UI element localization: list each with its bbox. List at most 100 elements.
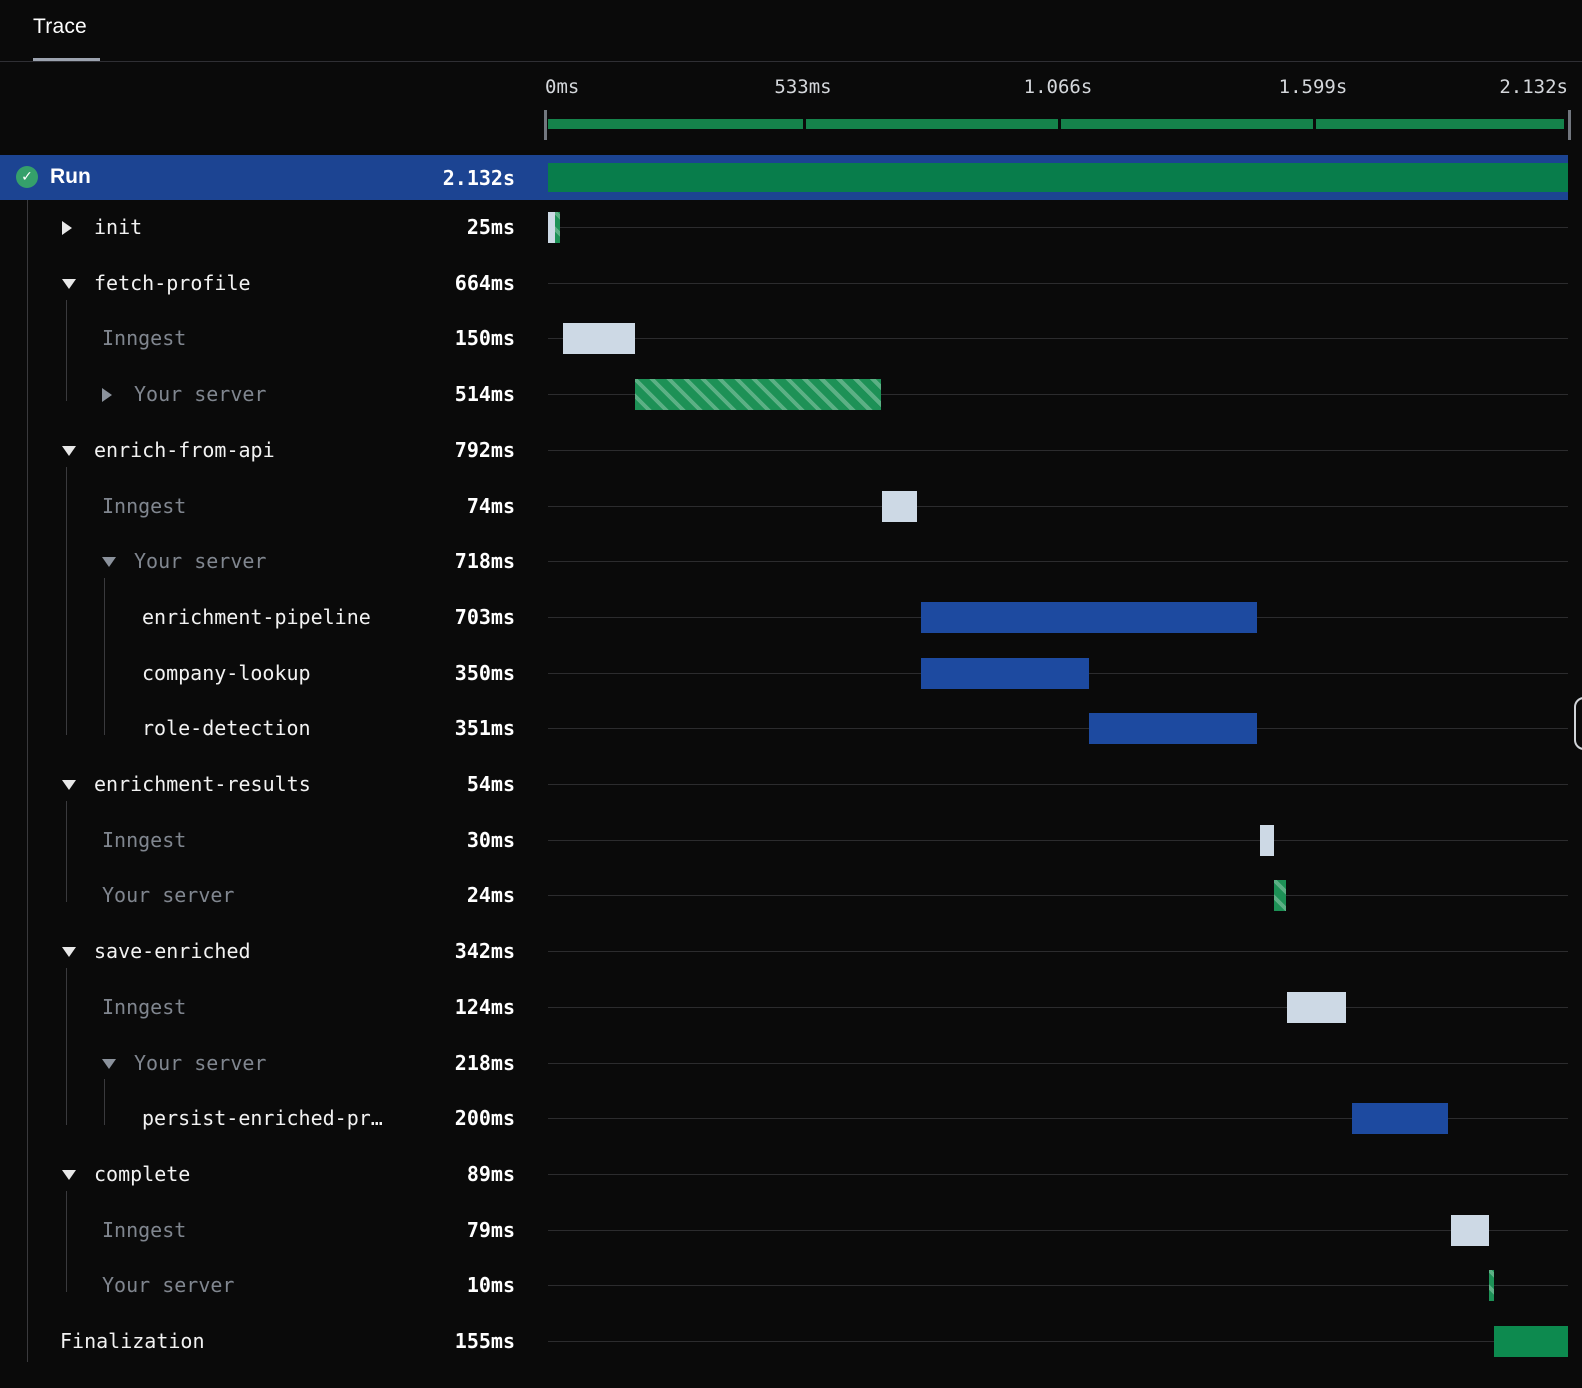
span-bar[interactable] xyxy=(1259,824,1275,856)
span-row-enrichment-results[interactable]: enrichment-results 54ms xyxy=(0,757,1582,813)
tree-indent-guide xyxy=(66,1190,67,1293)
span-bar[interactable] xyxy=(1089,713,1258,745)
span-row-inngest[interactable]: Inngest 150ms xyxy=(0,311,1582,367)
span-duration: 30ms xyxy=(466,827,515,852)
trace-view: Trace 0ms 533ms 1.066s 1.599s 2.132s ✓ Run 2… xyxy=(0,0,1582,1388)
ruler-segment-gap xyxy=(1313,119,1316,129)
span-row-enrichment-pipeline[interactable]: enrichment-pipeline 703ms xyxy=(0,590,1582,646)
ruler-segment-gap xyxy=(803,119,806,129)
span-label: Your server xyxy=(102,883,235,908)
span-row-your-server[interactable]: Your server 10ms xyxy=(0,1258,1582,1314)
toggle-expanded-icon[interactable] xyxy=(102,1058,116,1069)
span-label: role-detection xyxy=(142,716,311,741)
span-bar[interactable] xyxy=(921,657,1089,689)
ruler-segment-gap xyxy=(1058,119,1061,129)
toggle-collapsed-icon[interactable] xyxy=(102,388,112,403)
toggle-expanded-icon[interactable] xyxy=(62,445,76,456)
run-row[interactable]: ✓ Run 2.132s xyxy=(0,155,1568,200)
span-row-enrich-from-api[interactable]: enrich-from-api 792ms xyxy=(0,423,1582,479)
span-row-save-enriched[interactable]: save-enriched 342ms xyxy=(0,924,1582,980)
span-label: Inngest xyxy=(102,1217,187,1242)
row-track-line xyxy=(548,1285,1568,1287)
span-bar[interactable] xyxy=(1352,1103,1448,1135)
row-track-line xyxy=(548,1006,1568,1008)
tree-indent-guide xyxy=(104,1079,105,1126)
scrollbar-thumb[interactable] xyxy=(1574,697,1582,750)
span-label: Inngest xyxy=(102,827,187,852)
span-bar[interactable] xyxy=(921,601,1258,633)
span-label: Inngest xyxy=(102,326,187,351)
span-bar[interactable] xyxy=(1450,1214,1489,1246)
span-label: enrichment-pipeline xyxy=(142,604,371,629)
row-track-line xyxy=(548,1173,1568,1175)
span-duration: 24ms xyxy=(466,883,515,908)
tree-indent-guide xyxy=(66,967,67,1126)
timeline-tick-label: 2.132s xyxy=(1499,76,1568,98)
span-row-fetch-profile[interactable]: fetch-profile 664ms xyxy=(0,256,1582,312)
span-row-finalization[interactable]: Finalization 155ms xyxy=(0,1314,1582,1370)
span-label: company-lookup xyxy=(142,660,311,685)
span-label: Your server xyxy=(102,1273,235,1298)
ruler-tick xyxy=(1568,110,1571,140)
span-duration: 664ms xyxy=(454,270,515,295)
span-row-inngest[interactable]: Inngest 79ms xyxy=(0,1203,1582,1259)
span-label: enrich-from-api xyxy=(94,437,275,462)
tree-indent-guide xyxy=(66,800,67,903)
span-row-inngest[interactable]: Inngest 124ms xyxy=(0,980,1582,1036)
span-bar[interactable] xyxy=(555,212,560,243)
span-bar[interactable] xyxy=(548,212,556,243)
span-row-your-server[interactable]: Your server 218ms xyxy=(0,1036,1582,1092)
span-duration: 200ms xyxy=(454,1106,515,1131)
toggle-expanded-icon[interactable] xyxy=(62,947,76,958)
run-status-success-icon: ✓ xyxy=(16,166,38,188)
span-duration: 89ms xyxy=(466,1161,515,1186)
row-track-line xyxy=(548,338,1568,340)
span-row-complete[interactable]: complete 89ms xyxy=(0,1147,1582,1203)
span-label: complete xyxy=(94,1161,191,1186)
row-track-line xyxy=(548,227,1568,228)
span-row-your-server[interactable]: Your server 718ms xyxy=(0,534,1582,590)
span-row-your-server[interactable]: Your server 514ms xyxy=(0,367,1582,423)
tree-indent-guide xyxy=(66,299,67,401)
row-track-line xyxy=(548,505,1568,507)
toggle-expanded-icon[interactable] xyxy=(62,1169,76,1180)
span-row-init[interactable]: init 25ms xyxy=(0,200,1582,256)
span-row-role-detection[interactable]: role-detection 351ms xyxy=(0,701,1582,757)
tab-trace[interactable]: Trace xyxy=(33,15,87,39)
tree-indent-guide xyxy=(104,578,105,736)
span-duration: 792ms xyxy=(454,437,515,462)
span-bar[interactable] xyxy=(1287,991,1347,1023)
row-track-line xyxy=(548,1229,1568,1231)
toggle-expanded-icon[interactable] xyxy=(62,780,76,790)
span-row-inngest[interactable]: Inngest 30ms xyxy=(0,813,1582,869)
run-duration: 2.132s xyxy=(442,166,515,190)
span-duration: 150ms xyxy=(454,326,515,351)
span-bar[interactable] xyxy=(881,490,918,522)
span-row-company-lookup[interactable]: company-lookup 350ms xyxy=(0,646,1582,702)
span-bar[interactable] xyxy=(562,323,635,355)
row-track-line xyxy=(548,282,1568,284)
span-label: persist-enriched-pr… xyxy=(142,1106,383,1131)
span-bar[interactable] xyxy=(1274,880,1286,912)
span-duration: 342ms xyxy=(454,939,515,964)
span-bar[interactable] xyxy=(1489,1270,1494,1302)
span-duration: 514ms xyxy=(454,382,515,407)
tree-indent-guide xyxy=(66,466,67,736)
span-row-inngest[interactable]: Inngest 74ms xyxy=(0,479,1582,535)
toggle-collapsed-icon[interactable] xyxy=(62,221,72,235)
span-label: Inngest xyxy=(102,994,187,1019)
span-duration: 350ms xyxy=(454,660,515,685)
span-row-your-server[interactable]: Your server 24ms xyxy=(0,868,1582,924)
span-bar[interactable] xyxy=(1493,1326,1568,1357)
span-label: Your server xyxy=(134,549,267,574)
row-track-line xyxy=(548,449,1568,451)
toggle-expanded-icon[interactable] xyxy=(62,278,76,289)
toggle-expanded-icon[interactable] xyxy=(102,557,116,568)
span-duration: 124ms xyxy=(454,994,515,1019)
span-label: Your server xyxy=(134,382,267,407)
span-bar[interactable] xyxy=(634,379,881,411)
run-span-bar[interactable] xyxy=(548,163,1568,192)
row-track-line xyxy=(548,1341,1568,1342)
ruler-bar[interactable] xyxy=(548,119,1564,129)
span-row-persist-enriched-pr-[interactable]: persist-enriched-pr… 200ms xyxy=(0,1091,1582,1147)
